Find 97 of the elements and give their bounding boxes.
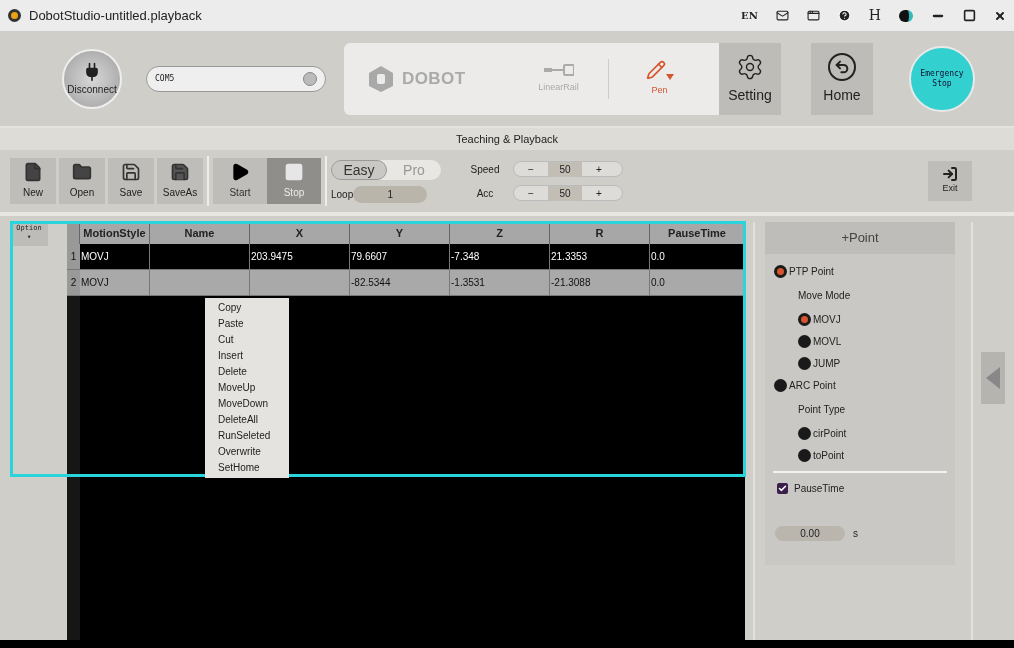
- check-icon: [778, 484, 787, 493]
- stepper-label: Speed: [469, 162, 501, 177]
- increase-button[interactable]: +: [582, 161, 616, 177]
- toolbar-button[interactable]: New: [10, 158, 56, 204]
- toolbar-button[interactable]: Save: [108, 158, 154, 204]
- menu-item[interactable]: SetHome: [218, 460, 289, 476]
- pause-time-checkbox[interactable]: [777, 483, 788, 494]
- table-cell: -21.3088: [550, 270, 650, 295]
- settings-icon: [736, 52, 764, 81]
- radio-button[interactable]: [798, 335, 811, 348]
- port-dropdown[interactable]: COM5: [146, 66, 326, 92]
- home-button[interactable]: Home: [811, 43, 873, 115]
- radio-button[interactable]: [774, 379, 787, 392]
- maximize-icon[interactable]: [963, 9, 976, 22]
- decrease-button[interactable]: −: [514, 185, 548, 201]
- table-cell: MOVJ: [80, 270, 150, 295]
- window-icon[interactable]: [806, 9, 820, 22]
- linear-rail-icon: [543, 63, 574, 78]
- menu-item[interactable]: Insert: [218, 348, 289, 364]
- increase-button[interactable]: +: [582, 185, 616, 201]
- section-header: Teaching & Playback: [0, 128, 1014, 150]
- dobot-logo-icon: [368, 65, 394, 93]
- menu-item[interactable]: MoveDown: [218, 396, 289, 412]
- radio-label: MOVL: [813, 335, 842, 349]
- radio-button[interactable]: [774, 265, 787, 278]
- toolbar-button[interactable]: SaveAs: [157, 158, 203, 204]
- table-cell: 79.6607: [350, 244, 450, 269]
- decrease-button[interactable]: −: [514, 161, 548, 177]
- table-cell: 21.3353: [550, 244, 650, 269]
- stop-icon: [284, 162, 304, 182]
- menu-item[interactable]: Paste: [218, 316, 289, 332]
- mail-icon[interactable]: [775, 9, 789, 22]
- save-as-icon: [170, 162, 190, 182]
- help-icon[interactable]: [837, 9, 851, 22]
- folder-icon: [72, 162, 92, 182]
- exit-button[interactable]: Exit: [928, 161, 972, 201]
- stepper-value[interactable]: 50: [548, 161, 582, 177]
- dropdown-caret-icon: [303, 72, 317, 86]
- menu-item[interactable]: RunSeleted: [218, 428, 289, 444]
- exit-icon: [942, 166, 958, 183]
- table-cell: 0.0: [650, 244, 745, 269]
- table-cell: -82.5344: [350, 270, 450, 295]
- radio-label: toPoint: [813, 449, 845, 463]
- table-row[interactable]: 2 MOVJ -82.5344 -1.3531 -21.3088 0.0: [67, 270, 745, 296]
- play-icon: [230, 162, 250, 182]
- header-corner: [67, 222, 80, 244]
- menu-item[interactable]: Overwrite: [218, 444, 289, 460]
- radio-label: JUMP: [813, 357, 841, 371]
- table-cell: MOVJ: [80, 244, 150, 269]
- radio-button[interactable]: [798, 313, 811, 326]
- window-title: DobotStudio-untitled.playback: [29, 6, 202, 25]
- row-number: 2: [67, 270, 80, 295]
- radio-button[interactable]: [798, 357, 811, 370]
- toolbar-button[interactable]: Open: [59, 158, 105, 204]
- stepper-value[interactable]: 50: [548, 185, 582, 201]
- menu-item[interactable]: MoveUp: [218, 380, 289, 396]
- table-cell: -1.3531: [450, 270, 550, 295]
- table-cell: 203.9475: [250, 244, 350, 269]
- radio-label: cirPoint: [813, 427, 847, 441]
- radio-label: ARC Point: [789, 379, 836, 393]
- language-button[interactable]: EN: [741, 8, 758, 23]
- menu-item[interactable]: Cut: [218, 332, 289, 348]
- loop-field[interactable]: 1: [353, 185, 428, 203]
- device-tool-button[interactable]: Pen: [634, 60, 685, 98]
- setting-button[interactable]: Setting: [719, 43, 781, 115]
- table-row[interactable]: 1 MOVJ 203.9475 79.6607 -7.348 21.3353 0.0: [67, 244, 745, 270]
- h-button[interactable]: H: [868, 5, 881, 26]
- radio-label: PTP Point: [789, 265, 834, 279]
- menu-item[interactable]: Delete: [218, 364, 289, 380]
- toolbar-button[interactable]: Start: [213, 158, 267, 204]
- file-icon: [23, 162, 43, 182]
- table-cell: 0.0: [650, 270, 745, 295]
- row-number: 1: [67, 244, 80, 269]
- close-icon[interactable]: [994, 9, 1006, 22]
- pause-time-field[interactable]: 0.00: [775, 526, 845, 541]
- collapse-arrow-icon: [986, 367, 1000, 389]
- menu-item[interactable]: DeleteAll: [218, 412, 289, 428]
- disconnect-button[interactable]: Disconnect: [62, 49, 122, 109]
- unit-label: s: [853, 527, 858, 541]
- table-cell: -7.348: [450, 244, 550, 269]
- pen-icon: [645, 60, 666, 81]
- group-heading: Move Mode: [797, 289, 852, 303]
- add-point-button[interactable]: +Point: [765, 222, 955, 254]
- mode-tab[interactable]: Easy: [331, 159, 387, 180]
- radio-button[interactable]: [798, 427, 811, 440]
- loop-label: Loop: [331, 187, 354, 202]
- pen-caret-icon: [665, 74, 674, 81]
- emergency-stop-button[interactable]: Emergency Stop: [909, 46, 975, 112]
- save-icon: [121, 162, 141, 182]
- group-heading: Point Type: [797, 403, 847, 417]
- dobot-logo-text: DOBOT: [402, 68, 466, 91]
- checkbox-label: PauseTime: [794, 482, 845, 496]
- radio-button[interactable]: [798, 449, 811, 462]
- stepper-label: Acc: [475, 186, 495, 201]
- app-logo-icon: [8, 9, 21, 22]
- menu-item[interactable]: Copy: [218, 300, 289, 316]
- radio-label: MOVJ: [813, 313, 841, 327]
